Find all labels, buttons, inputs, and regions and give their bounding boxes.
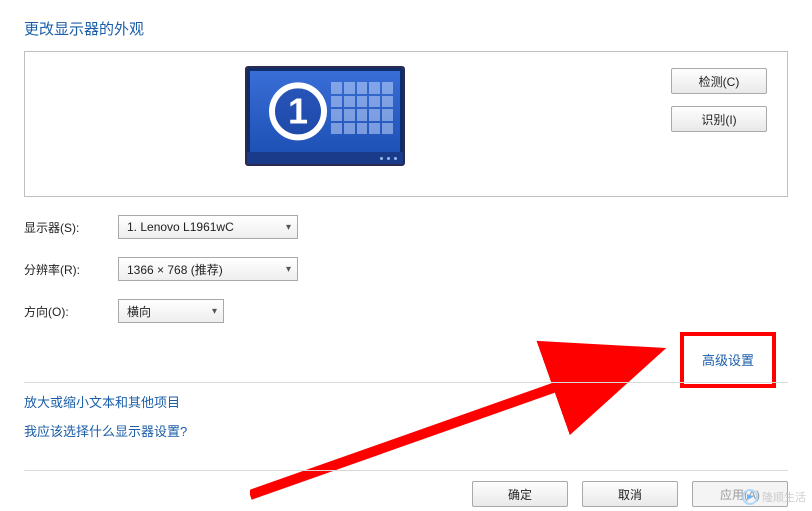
monitor-number-badge: 1 <box>269 82 327 140</box>
annotation-arrow <box>250 340 670 500</box>
advanced-settings-highlight: 高级设置 <box>680 332 776 388</box>
monitor-grid-icon <box>331 82 393 134</box>
which-settings-link[interactable]: 我应该选择什么显示器设置? <box>24 421 187 440</box>
detect-button[interactable]: 检测(C) <box>671 68 767 94</box>
display-label: 显示器(S): <box>24 219 118 236</box>
resolution-select[interactable]: 1366 × 768 (推荐) ▾ <box>118 257 298 281</box>
ok-button[interactable]: 确定 <box>472 481 568 507</box>
orientation-select[interactable]: 横向 ▾ <box>118 299 224 323</box>
chevron-down-icon: ▾ <box>286 222 291 233</box>
identify-button[interactable]: 识别(I) <box>671 106 767 132</box>
monitor-thumbnail[interactable]: 1 <box>245 66 405 166</box>
chevron-down-icon: ▾ <box>212 306 217 317</box>
display-select-value: 1. Lenovo L1961wC <box>127 220 234 234</box>
page-title: 更改显示器的外观 <box>24 18 788 39</box>
text-scaling-link[interactable]: 放大或缩小文本和其他项目 <box>24 392 187 411</box>
orientation-label: 方向(O): <box>24 303 118 320</box>
monitor-taskbar-icon <box>247 152 403 164</box>
advanced-settings-link[interactable]: 高级设置 <box>702 350 754 369</box>
cancel-button[interactable]: 取消 <box>582 481 678 507</box>
display-select[interactable]: 1. Lenovo L1961wC ▾ <box>118 215 298 239</box>
chevron-down-icon: ▾ <box>286 264 291 275</box>
display-preview-panel: 1 检测(C) 识别(I) <box>24 51 788 197</box>
watermark-text: 隆顺生活 <box>762 489 806 505</box>
resolution-select-value: 1366 × 768 (推荐) <box>127 261 223 278</box>
orientation-select-value: 横向 <box>127 303 151 320</box>
watermark: 隆顺生活 <box>742 489 806 505</box>
divider <box>24 470 788 471</box>
resolution-label: 分辨率(R): <box>24 261 118 278</box>
watermark-icon <box>742 489 758 505</box>
divider <box>24 382 788 383</box>
